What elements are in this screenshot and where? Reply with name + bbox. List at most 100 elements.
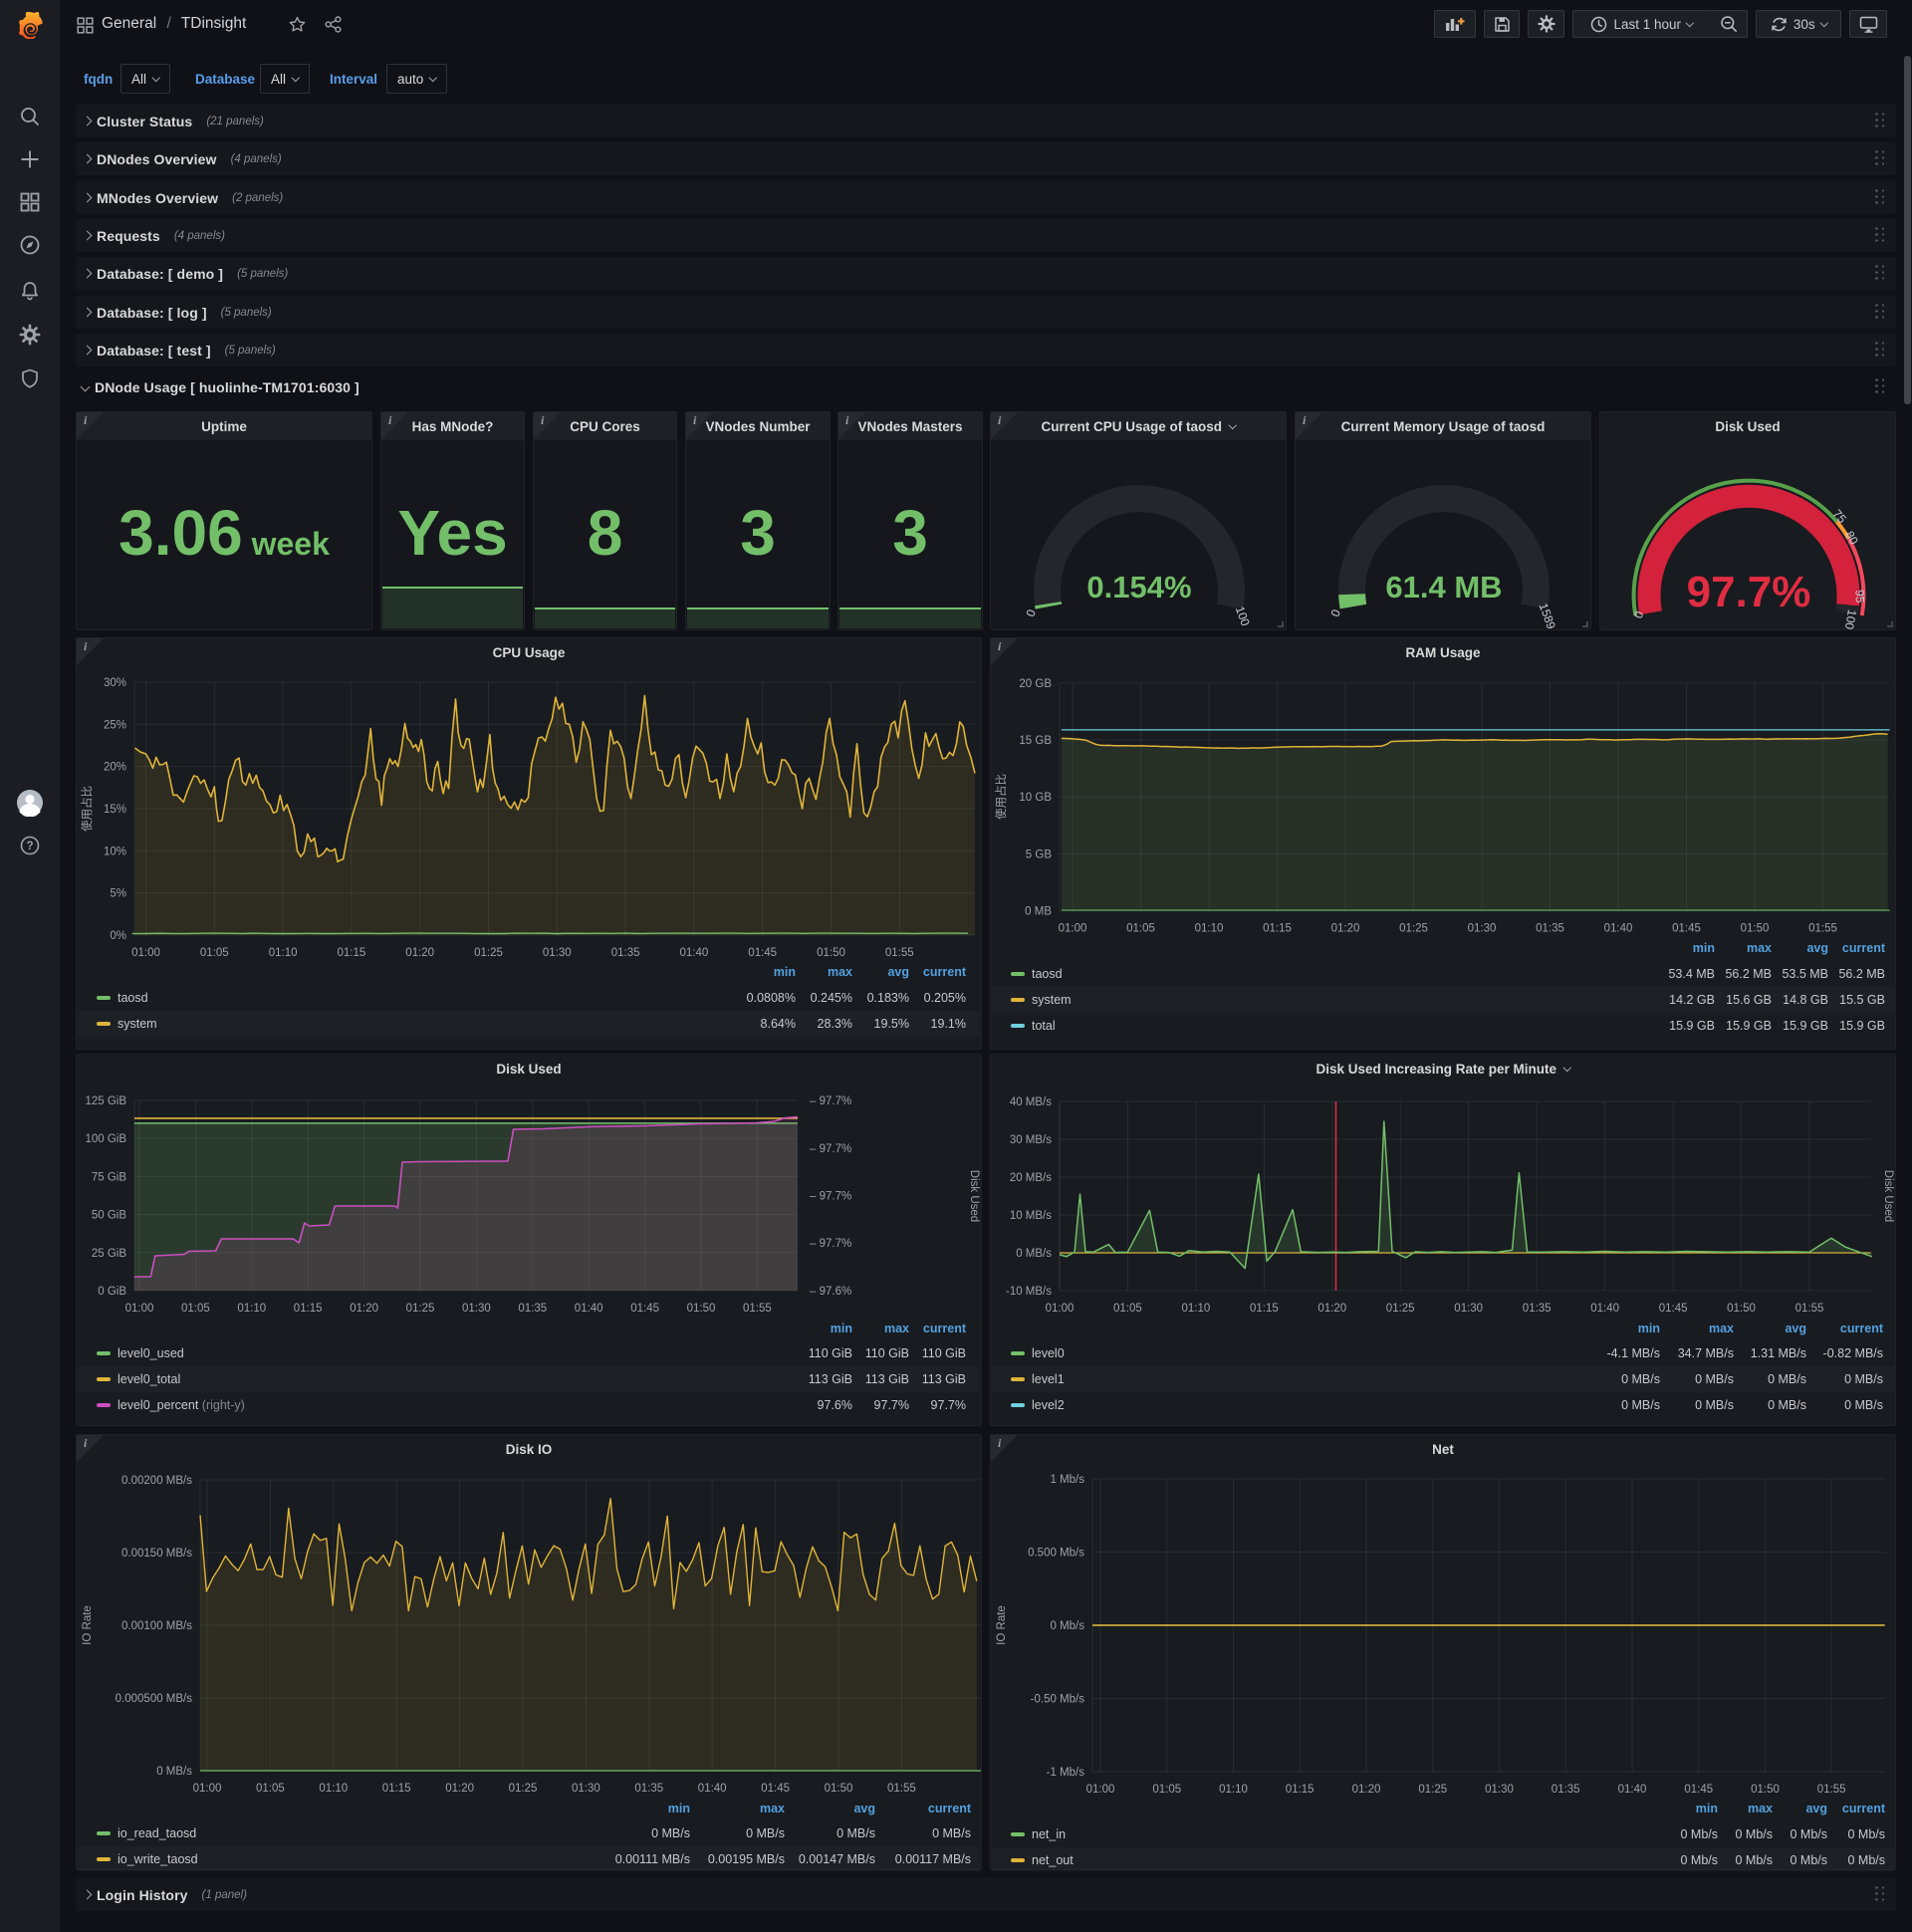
svg-text:01:15: 01:15 bbox=[294, 1303, 323, 1315]
svg-text:15%: 15% bbox=[104, 804, 126, 816]
svg-text:01:15: 01:15 bbox=[1286, 1784, 1314, 1796]
svg-text:01:50: 01:50 bbox=[817, 947, 845, 959]
svg-text:– 97.6%: – 97.6% bbox=[810, 1286, 851, 1298]
svg-text:1589: 1589 bbox=[1537, 602, 1558, 631]
svg-text:01:40: 01:40 bbox=[1618, 1784, 1647, 1796]
svg-text:?: ? bbox=[26, 841, 33, 852]
svg-text:01:35: 01:35 bbox=[1523, 1303, 1552, 1315]
svg-text:-1 Mb/s: -1 Mb/s bbox=[1047, 1767, 1085, 1779]
svg-text:使用占比: 使用占比 bbox=[994, 774, 1008, 820]
svg-text:100: 100 bbox=[1233, 604, 1253, 628]
svg-text:01:40: 01:40 bbox=[680, 947, 709, 959]
svg-text:20 MB/s: 20 MB/s bbox=[1010, 1172, 1052, 1184]
svg-text:30 MB/s: 30 MB/s bbox=[1010, 1134, 1052, 1146]
svg-text:5%: 5% bbox=[110, 888, 126, 900]
svg-text:01:00: 01:00 bbox=[1046, 1303, 1075, 1315]
svg-text:01:50: 01:50 bbox=[825, 1783, 853, 1795]
svg-text:0.00100 MB/s: 0.00100 MB/s bbox=[121, 1620, 192, 1632]
svg-text:01:15: 01:15 bbox=[338, 947, 366, 959]
svg-text:01:55: 01:55 bbox=[885, 947, 914, 959]
svg-text:01:30: 01:30 bbox=[1485, 1784, 1514, 1796]
svg-text:0 MB/s: 0 MB/s bbox=[1016, 1248, 1052, 1260]
svg-text:01:45: 01:45 bbox=[761, 1783, 790, 1795]
svg-text:IO Rate: IO Rate bbox=[82, 1605, 94, 1645]
svg-text:01:05: 01:05 bbox=[1113, 1303, 1142, 1315]
svg-text:01:05: 01:05 bbox=[181, 1303, 210, 1315]
svg-text:01:50: 01:50 bbox=[687, 1303, 716, 1315]
svg-text:01:55: 01:55 bbox=[887, 1783, 916, 1795]
svg-text:25%: 25% bbox=[104, 719, 126, 731]
svg-text:0 GiB: 0 GiB bbox=[98, 1286, 126, 1298]
svg-text:20 GB: 20 GB bbox=[1019, 678, 1052, 690]
svg-text:使用占比: 使用占比 bbox=[80, 786, 94, 832]
svg-text:01:05: 01:05 bbox=[1152, 1784, 1181, 1796]
svg-text:01:35: 01:35 bbox=[1536, 923, 1564, 935]
svg-text:75 GiB: 75 GiB bbox=[92, 1171, 126, 1183]
svg-text:15 GB: 15 GB bbox=[1019, 735, 1052, 747]
svg-text:01:30: 01:30 bbox=[462, 1303, 491, 1315]
svg-text:97.7%: 97.7% bbox=[1687, 568, 1811, 616]
svg-text:0.00200 MB/s: 0.00200 MB/s bbox=[121, 1475, 192, 1487]
svg-text:01:00: 01:00 bbox=[1086, 1784, 1115, 1796]
svg-text:01:35: 01:35 bbox=[634, 1783, 663, 1795]
svg-text:-10 MB/s: -10 MB/s bbox=[1006, 1286, 1052, 1298]
svg-text:01:50: 01:50 bbox=[1727, 1303, 1756, 1315]
svg-text:01:10: 01:10 bbox=[319, 1783, 348, 1795]
svg-text:10%: 10% bbox=[104, 845, 126, 857]
svg-text:01:20: 01:20 bbox=[445, 1783, 474, 1795]
svg-text:01:10: 01:10 bbox=[237, 1303, 266, 1315]
svg-text:01:55: 01:55 bbox=[743, 1303, 772, 1315]
svg-text:01:25: 01:25 bbox=[1386, 1303, 1415, 1315]
svg-text:01:30: 01:30 bbox=[1454, 1303, 1483, 1315]
svg-text:01:00: 01:00 bbox=[131, 947, 160, 959]
svg-text:01:40: 01:40 bbox=[698, 1783, 727, 1795]
svg-text:1 Mb/s: 1 Mb/s bbox=[1050, 1474, 1084, 1486]
svg-text:01:50: 01:50 bbox=[1751, 1784, 1780, 1796]
svg-text:20%: 20% bbox=[104, 762, 126, 774]
svg-text:01:05: 01:05 bbox=[256, 1783, 285, 1795]
svg-text:0 Mb/s: 0 Mb/s bbox=[1050, 1620, 1084, 1632]
svg-text:0: 0 bbox=[1328, 607, 1344, 618]
svg-text:– 97.7%: – 97.7% bbox=[810, 1191, 851, 1203]
svg-text:01:15: 01:15 bbox=[1263, 923, 1292, 935]
svg-text:01:10: 01:10 bbox=[1195, 923, 1224, 935]
svg-text:95: 95 bbox=[1852, 590, 1866, 604]
svg-text:– 97.7%: – 97.7% bbox=[810, 1095, 851, 1107]
svg-text:0.000500 MB/s: 0.000500 MB/s bbox=[116, 1693, 193, 1705]
svg-text:01:55: 01:55 bbox=[1808, 923, 1837, 935]
svg-text:-0.50 Mb/s: -0.50 Mb/s bbox=[1031, 1694, 1085, 1706]
svg-text:01:20: 01:20 bbox=[405, 947, 434, 959]
svg-text:01:45: 01:45 bbox=[1659, 1303, 1688, 1315]
svg-text:01:45: 01:45 bbox=[1672, 923, 1701, 935]
svg-text:01:15: 01:15 bbox=[1250, 1303, 1279, 1315]
svg-text:01:35: 01:35 bbox=[611, 947, 640, 959]
svg-text:01:00: 01:00 bbox=[193, 1783, 222, 1795]
svg-text:01:50: 01:50 bbox=[1741, 923, 1770, 935]
svg-text:5 GB: 5 GB bbox=[1026, 848, 1053, 860]
svg-text:01:40: 01:40 bbox=[1604, 923, 1633, 935]
svg-text:61.4 MB: 61.4 MB bbox=[1385, 570, 1502, 604]
svg-text:01:45: 01:45 bbox=[748, 947, 777, 959]
svg-text:01:30: 01:30 bbox=[1468, 923, 1497, 935]
svg-text:– 97.7%: – 97.7% bbox=[810, 1143, 851, 1155]
svg-text:01:35: 01:35 bbox=[1552, 1784, 1580, 1796]
svg-text:– 97.7%: – 97.7% bbox=[810, 1238, 851, 1250]
svg-text:75: 75 bbox=[1830, 507, 1850, 527]
svg-text:01:45: 01:45 bbox=[1684, 1784, 1713, 1796]
svg-text:10 GB: 10 GB bbox=[1019, 792, 1052, 804]
svg-text:01:20: 01:20 bbox=[350, 1303, 378, 1315]
svg-text:01:45: 01:45 bbox=[630, 1303, 659, 1315]
svg-text:01:25: 01:25 bbox=[1399, 923, 1428, 935]
svg-text:100 GiB: 100 GiB bbox=[85, 1133, 126, 1145]
svg-text:40 MB/s: 40 MB/s bbox=[1010, 1096, 1052, 1108]
svg-text:0.500 Mb/s: 0.500 Mb/s bbox=[1028, 1548, 1084, 1560]
svg-text:01:05: 01:05 bbox=[1126, 923, 1155, 935]
svg-text:01:40: 01:40 bbox=[575, 1303, 603, 1315]
svg-text:01:10: 01:10 bbox=[269, 947, 298, 959]
svg-text:10 MB/s: 10 MB/s bbox=[1010, 1210, 1052, 1222]
svg-text:0%: 0% bbox=[110, 930, 126, 942]
svg-text:50 GiB: 50 GiB bbox=[92, 1210, 126, 1222]
svg-text:0 MB: 0 MB bbox=[1025, 906, 1052, 918]
svg-text:0: 0 bbox=[1024, 607, 1040, 618]
svg-text:01:15: 01:15 bbox=[382, 1783, 411, 1795]
